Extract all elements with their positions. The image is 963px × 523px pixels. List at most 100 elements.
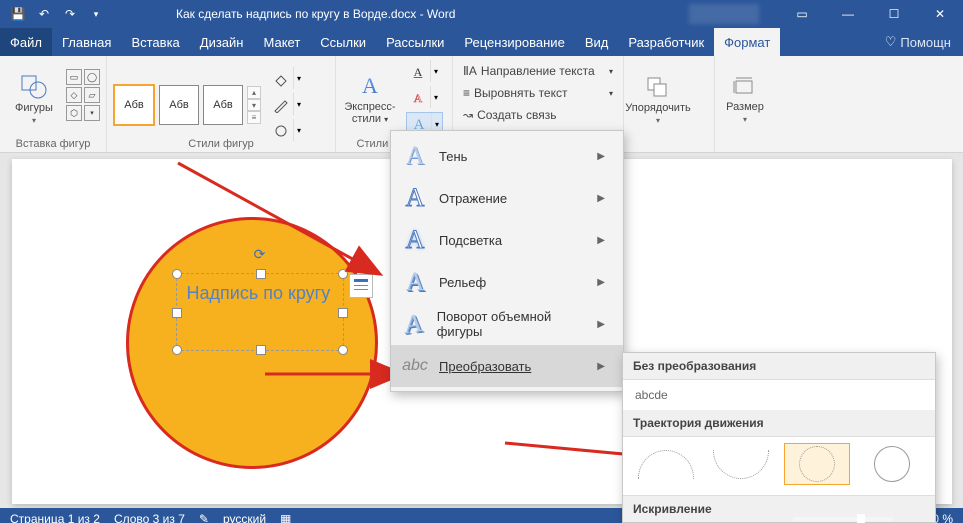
text-outline-dropdown[interactable]: ▾ (430, 86, 441, 108)
chevron-right-icon: ▶ (597, 277, 605, 288)
menu-item-3d-rotation[interactable]: A Поворот объемной фигуры ▶ (391, 303, 623, 345)
shape-outline-dropdown[interactable]: ▾ (293, 93, 304, 115)
menu-shadow-label: Тень (439, 149, 467, 164)
submenu-no-transform-header: Без преобразования (623, 353, 935, 380)
menu-item-glow[interactable]: A Подсветка ▶ (391, 219, 623, 261)
tab-view[interactable]: Вид (575, 28, 619, 56)
tab-review[interactable]: Рецензирование (454, 28, 574, 56)
resize-handle-t[interactable] (256, 269, 266, 279)
tab-references[interactable]: Ссылки (310, 28, 376, 56)
submenu-abcde-item[interactable]: abcde (623, 380, 935, 410)
create-link-button[interactable]: ↝Создать связь (459, 104, 617, 126)
tab-design[interactable]: Дизайн (190, 28, 254, 56)
window-title: Как сделать надпись по кругу в Ворде.doc… (176, 7, 455, 21)
tab-home[interactable]: Главная (52, 28, 121, 56)
menu-bevel-label: Рельеф (439, 275, 486, 290)
size-label: Размер (726, 101, 764, 113)
align-text-button[interactable]: ≡Выровнять текст▾ (459, 82, 617, 104)
tab-format[interactable]: Формат (714, 28, 780, 56)
tell-me-label: Помощн (900, 35, 951, 50)
tab-insert[interactable]: Вставка (121, 28, 189, 56)
tab-developer[interactable]: Разработчик (618, 28, 714, 56)
tell-me[interactable]: ♡ Помощн (873, 28, 963, 56)
transform-abc-icon: abc (402, 357, 428, 375)
qat-more-icon[interactable]: ▾ (86, 4, 106, 24)
shape-fill-button[interactable] (269, 67, 293, 91)
menu-item-transform[interactable]: abc Преобразовать ▶ (391, 345, 623, 387)
chevron-right-icon: ▶ (597, 361, 605, 372)
layout-options-button[interactable] (349, 274, 373, 298)
shapes-label: Фигуры (15, 102, 53, 114)
glow-a-icon: A (406, 225, 425, 255)
status-page[interactable]: Страница 1 из 2 (10, 512, 100, 523)
arrange-button[interactable]: Упорядочить ▾ (630, 60, 686, 134)
group-shape-styles: Стили фигур (107, 138, 335, 150)
path-arc-down[interactable] (709, 443, 775, 485)
shape-style-gallery-controls[interactable]: ▴▾≡ (247, 86, 261, 124)
path-circle[interactable] (784, 443, 850, 485)
text-fill-dropdown[interactable]: ▾ (430, 60, 441, 82)
text-box[interactable]: Надпись по кругу ⟳ (176, 273, 344, 351)
path-button[interactable] (860, 443, 926, 485)
shape-gallery-mini[interactable]: ▭◯ ◇▱ ⬡▾ (66, 60, 100, 130)
tab-file[interactable]: Файл (0, 28, 52, 56)
align-text-icon: ≡ (463, 86, 470, 100)
resize-handle-r[interactable] (338, 308, 348, 318)
resize-handle-tl[interactable] (172, 269, 182, 279)
shape-style-3[interactable]: Абв (203, 85, 243, 125)
transform-submenu: Без преобразования abcde Траектория движ… (622, 352, 936, 523)
zoom-slider[interactable] (793, 517, 893, 521)
resize-handle-tr[interactable] (338, 269, 348, 279)
quick-styles-label-2: стили (352, 113, 381, 125)
status-words[interactable]: Слово 3 из 7 (114, 512, 185, 523)
text-direction-button[interactable]: ⅡAНаправление текста▾ (459, 60, 617, 82)
text-outline-button[interactable]: A (406, 86, 430, 110)
reflection-a-icon: A (406, 183, 425, 213)
status-language[interactable]: русский (223, 512, 266, 523)
rotate-handle[interactable]: ⟳ (252, 246, 268, 262)
quick-styles-button[interactable]: A Экспресс-стили ▾ (342, 60, 398, 134)
title-bar: 💾 ↶ ↷ ▾ Как сделать надпись по кругу в В… (0, 0, 963, 28)
quick-styles-label-1: Экспресс- (344, 101, 395, 113)
chevron-right-icon: ▶ (597, 193, 605, 204)
shapes-button[interactable]: Фигуры ▾ (6, 60, 62, 134)
tab-layout[interactable]: Макет (253, 28, 310, 56)
rotation-a-icon: A (404, 308, 423, 341)
resize-handle-l[interactable] (172, 308, 182, 318)
spellcheck-icon[interactable]: ✎ (199, 512, 209, 523)
resize-handle-bl[interactable] (172, 345, 182, 355)
shape-fill-dropdown[interactable]: ▾ (293, 67, 304, 89)
ribbon-display-icon[interactable]: ▭ (779, 0, 825, 28)
save-icon[interactable]: 💾 (8, 4, 28, 24)
bevel-a-icon: A (406, 267, 425, 297)
redo-icon[interactable]: ↷ (60, 4, 80, 24)
arrange-label: Упорядочить (625, 102, 690, 114)
minimize-button[interactable]: — (825, 0, 871, 28)
close-button[interactable]: ✕ (917, 0, 963, 28)
size-icon (732, 75, 758, 99)
shape-outline-button[interactable] (269, 93, 293, 117)
menu-item-reflection[interactable]: A Отражение ▶ (391, 177, 623, 219)
shape-style-2[interactable]: Абв (159, 85, 199, 125)
undo-icon[interactable]: ↶ (34, 4, 54, 24)
macros-icon[interactable]: ▦ (280, 512, 291, 523)
wordart-a-icon: A (362, 73, 378, 99)
text-effects-menu: A Тень ▶ A Отражение ▶ A Подсветка ▶ A Р… (390, 130, 624, 392)
tab-mailings[interactable]: Рассылки (376, 28, 454, 56)
resize-handle-br[interactable] (338, 345, 348, 355)
bulb-icon: ♡ (885, 34, 897, 50)
menu-item-shadow[interactable]: A Тень ▶ (391, 135, 623, 177)
shape-style-1[interactable]: Абв (113, 84, 155, 126)
text-box-content: Надпись по кругу (187, 282, 331, 304)
size-button[interactable]: Размер ▾ (721, 60, 769, 134)
resize-handle-b[interactable] (256, 345, 266, 355)
chevron-right-icon: ▶ (597, 319, 605, 330)
path-arc-up[interactable] (633, 443, 699, 485)
user-account[interactable] (689, 4, 759, 24)
chevron-right-icon: ▶ (597, 151, 605, 162)
menu-item-bevel[interactable]: A Рельеф ▶ (391, 261, 623, 303)
group-insert-shapes: Вставка фигур (0, 138, 106, 150)
maximize-button[interactable]: ☐ (871, 0, 917, 28)
text-fill-button[interactable]: A (406, 60, 430, 84)
text-direction-icon: ⅡA (463, 64, 477, 78)
